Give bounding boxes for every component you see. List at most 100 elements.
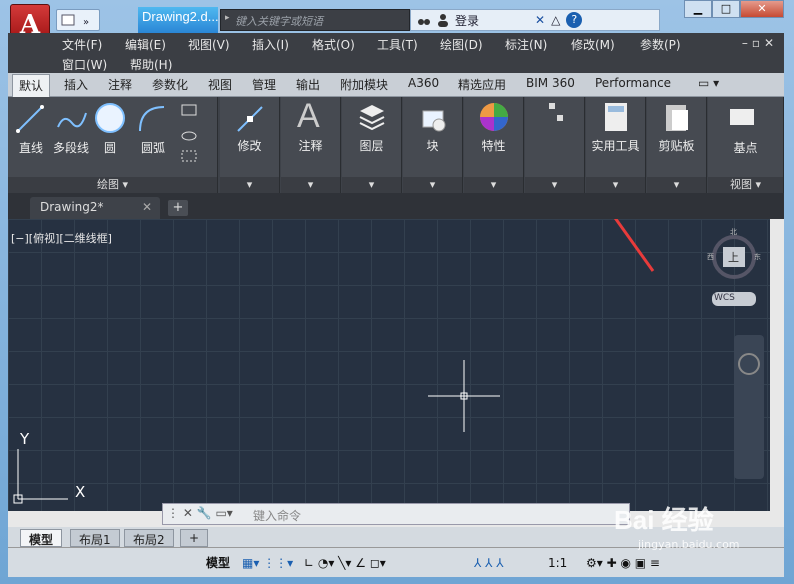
panel-groups: 组 ▾ bbox=[525, 97, 585, 193]
tab-output[interactable]: 输出 bbox=[296, 76, 320, 93]
tab-a360[interactable]: A360 bbox=[408, 76, 439, 90]
menu-edit[interactable]: 编辑(E) bbox=[125, 36, 166, 53]
file-tab-drawing2[interactable]: Drawing2* ✕ bbox=[30, 197, 160, 219]
layers-panel-footer[interactable]: ▾ bbox=[342, 177, 401, 193]
circle-button[interactable]: 圆 bbox=[88, 139, 132, 156]
draw-extra-icons[interactable] bbox=[178, 103, 210, 163]
stay-connected-icon[interactable]: △ bbox=[551, 13, 560, 27]
add-layout-button[interactable]: + bbox=[180, 529, 209, 547]
ribbon-options-icon[interactable]: ▭ ▾ bbox=[698, 76, 719, 90]
modify-button[interactable]: 修改 bbox=[220, 137, 279, 154]
vertical-scrollbar[interactable] bbox=[770, 219, 784, 511]
minimize-button[interactable]: ▁ bbox=[684, 0, 712, 18]
file-tab-label: Drawing2* bbox=[40, 200, 104, 214]
ortho-icon[interactable]: ∟ ◔▾ ╲▾ ∠ ◻▾ bbox=[304, 552, 386, 574]
draw-panel-footer[interactable]: 绘图 ▾ bbox=[8, 177, 217, 193]
layers-icon bbox=[359, 105, 385, 131]
modify-panel-footer[interactable]: ▾ bbox=[220, 177, 279, 193]
utilities-panel-footer[interactable]: ▾ bbox=[586, 177, 645, 193]
new-tab-button[interactable]: + bbox=[168, 200, 188, 216]
menu-bar: 文件(F) 编辑(E) 视图(V) 插入(I) 格式(O) 工具(T) 绘图(D… bbox=[8, 33, 784, 73]
properties-button[interactable]: 特性 bbox=[464, 137, 523, 154]
close-tab-icon[interactable]: ✕ bbox=[142, 200, 152, 214]
menu-insert[interactable]: 插入(I) bbox=[252, 36, 289, 53]
basepoint-icon bbox=[730, 109, 754, 125]
menu-view[interactable]: 视图(V) bbox=[188, 36, 230, 53]
properties-icon bbox=[480, 103, 508, 131]
tab-view[interactable]: 视图 bbox=[208, 76, 232, 93]
exchange-icon[interactable]: ✕ bbox=[535, 13, 545, 27]
login-link[interactable]: 登录 bbox=[455, 12, 479, 29]
menu-dimension[interactable]: 标注(N) bbox=[505, 36, 547, 53]
block-panel-footer[interactable]: ▾ bbox=[403, 177, 462, 193]
title-bar: A▾ » Drawing2.d... 键入关键字或短语 登录 ✕ △ ? ▁ □… bbox=[0, 0, 794, 46]
annotation-button[interactable]: 注释 bbox=[281, 137, 340, 154]
panel-block: 块 ▾ bbox=[403, 97, 463, 193]
panel-clipboard: 剪贴板 ▾ bbox=[647, 97, 707, 193]
document-title: Drawing2.d... bbox=[138, 7, 218, 33]
menu-parametric[interactable]: 参数(P) bbox=[640, 36, 681, 53]
model-space-button[interactable]: 模型 bbox=[206, 552, 230, 574]
grid-icon[interactable]: ▦▾ ⋮⋮▾ bbox=[242, 552, 293, 574]
search-input[interactable]: 键入关键字或短语 bbox=[220, 9, 410, 31]
layers-button[interactable]: 图层 bbox=[342, 137, 401, 154]
arc-button[interactable]: 圆弧 bbox=[130, 139, 176, 156]
tab-featured-apps[interactable]: 精选应用 bbox=[458, 76, 506, 93]
viewcube-top-label[interactable]: 上 bbox=[728, 249, 739, 265]
tab-manage[interactable]: 管理 bbox=[252, 76, 276, 93]
basepoint-button[interactable]: 基点 bbox=[708, 139, 783, 156]
tab-performance[interactable]: Performance bbox=[595, 76, 671, 90]
canvas-overlay bbox=[13, 219, 764, 504]
wcs-label: WCS bbox=[714, 293, 735, 303]
panel-annotation: A 注释 ▾ bbox=[281, 97, 341, 193]
quick-access-toolbar[interactable]: » bbox=[56, 9, 100, 31]
navigation-bar[interactable] bbox=[734, 335, 764, 479]
utilities-button[interactable]: 实用工具 bbox=[586, 137, 645, 154]
annotation-scale[interactable]: 1:1 bbox=[548, 552, 567, 574]
help-icon[interactable]: ? bbox=[566, 12, 583, 28]
tab-insert[interactable]: 插入 bbox=[64, 76, 88, 93]
calculator-icon bbox=[605, 103, 627, 131]
clipboard-button[interactable]: 剪贴板 bbox=[647, 137, 706, 154]
autocad-window: A ▾ » Drawing2.d... 键入关键字或短语 登录 ✕ △ ? ▁ □… bbox=[0, 0, 794, 584]
baidu-watermark: Bai 经验 bbox=[614, 505, 714, 535]
drawing-canvas[interactable]: [−][俯视][二维线框] X Y 上 北 西 东 WCS bbox=[8, 219, 770, 511]
annotation-panel-footer[interactable]: ▾ bbox=[281, 177, 340, 193]
tab-addins[interactable]: 附加模块 bbox=[340, 76, 388, 93]
command-line[interactable]: ⋮ ✕ 🔧 ▭▾ 键入命令 bbox=[162, 503, 630, 525]
block-button[interactable]: 块 bbox=[403, 137, 462, 154]
binoculars-icon[interactable] bbox=[417, 13, 431, 27]
baidu-watermark-url: jingyan.baidu.com bbox=[638, 538, 740, 551]
maximize-button[interactable]: □ bbox=[712, 0, 740, 18]
menu-tools[interactable]: 工具(T) bbox=[377, 36, 418, 53]
tab-default[interactable]: 默认 bbox=[12, 74, 51, 97]
workspace-icon[interactable]: ⚙▾ ✚ ◉ ▣ ≡ bbox=[586, 552, 660, 574]
menu-help[interactable]: 帮助(H) bbox=[130, 56, 172, 73]
properties-panel-footer[interactable]: ▾ bbox=[464, 177, 523, 193]
command-input[interactable]: 键入命令 bbox=[253, 507, 301, 524]
ribbon-panels: 直线 多段线 圆 圆弧 绘图 ▾ 修改 ▾ A 注释 ▾ 图层 ▾ 块 ▾ 特性… bbox=[8, 97, 784, 193]
groups-panel-footer[interactable]: ▾ bbox=[525, 177, 584, 193]
clipboard-panel-footer[interactable]: ▾ bbox=[647, 177, 706, 193]
circle-icon bbox=[95, 103, 125, 133]
viewcube-east-label: 东 bbox=[754, 253, 761, 261]
menu-window[interactable]: 窗口(W) bbox=[62, 56, 107, 73]
status-bar: 模型 ▦▾ ⋮⋮▾ ∟ ◔▾ ╲▾ ∠ ◻▾ ⅄ ⅄ ⅄ 1:1 ⚙▾ ✚ ◉ … bbox=[8, 547, 784, 577]
tab-model[interactable]: 模型 bbox=[20, 529, 63, 547]
menu-file[interactable]: 文件(F) bbox=[62, 36, 102, 53]
menu-modify[interactable]: 修改(M) bbox=[571, 36, 615, 53]
panel-layers: 图层 ▾ bbox=[342, 97, 402, 193]
tab-parametric[interactable]: 参数化 bbox=[152, 76, 188, 93]
mdi-window-controls[interactable]: –▫✕ bbox=[742, 36, 778, 50]
annotation-scale-icon[interactable]: ⅄ ⅄ ⅄ bbox=[474, 552, 504, 574]
tab-annotate[interactable]: 注释 bbox=[108, 76, 132, 93]
close-button[interactable]: ✕ bbox=[740, 0, 784, 18]
command-line-tools[interactable]: ⋮ ✕ 🔧 ▭▾ bbox=[167, 506, 233, 520]
tab-layout2[interactable]: 布局2 bbox=[124, 529, 174, 547]
menu-draw[interactable]: 绘图(D) bbox=[440, 36, 483, 53]
annotation-icon: A bbox=[297, 97, 320, 135]
tab-bim360[interactable]: BIM 360 bbox=[526, 76, 575, 90]
tab-layout1[interactable]: 布局1 bbox=[70, 529, 120, 547]
view-panel-footer[interactable]: 视图 ▾ bbox=[708, 177, 783, 193]
menu-format[interactable]: 格式(O) bbox=[312, 36, 355, 53]
